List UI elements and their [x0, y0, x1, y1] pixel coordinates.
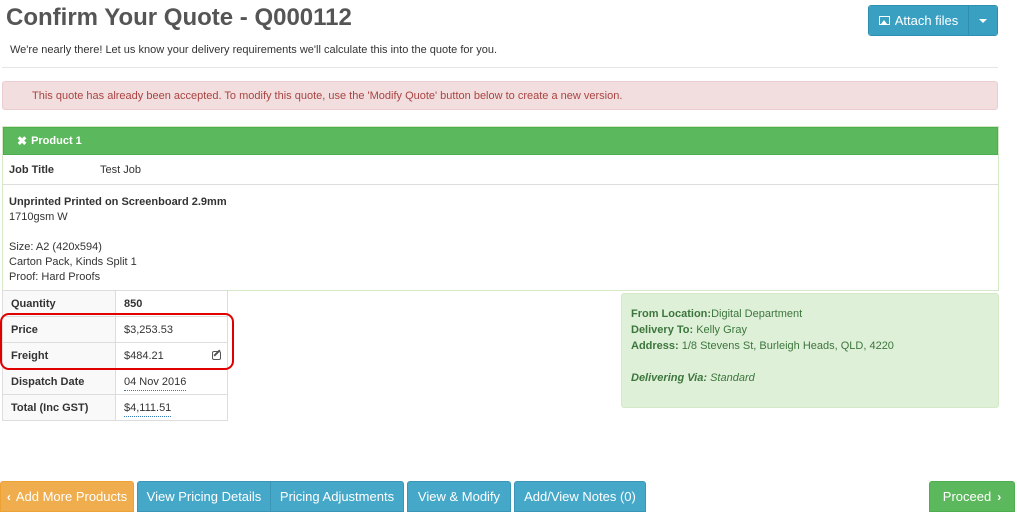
- table-row: Price $3,253.53: [2, 316, 228, 343]
- delivery-to-value: Kelly Gray: [696, 324, 747, 336]
- product-proof: Proof: Hard Proofs: [9, 271, 101, 283]
- product-heading-label: Product 1: [31, 135, 82, 147]
- product-weight: 1710gsm W: [9, 211, 68, 223]
- delivering-via-label: Delivering Via:: [631, 372, 708, 384]
- from-location-label: From Location:: [631, 308, 712, 320]
- table-row: Quantity 850: [2, 290, 228, 317]
- accepted-alert: This quote has already been accepted. To…: [2, 81, 998, 110]
- from-location-line: From Location:Digital Department: [631, 306, 989, 322]
- product-pack: Carton Pack, Kinds Split 1: [9, 256, 137, 268]
- table-row: Total (Inc GST) $4,111.51: [2, 394, 228, 421]
- caret-down-icon: [979, 18, 987, 23]
- attach-dropdown-toggle[interactable]: [968, 6, 997, 35]
- address-line: Address: 1/8 Stevens St, Burleigh Heads,…: [631, 338, 989, 354]
- quantity-value-text: 850: [124, 297, 143, 310]
- total-label: Total (Inc GST): [2, 394, 116, 421]
- view-modify-label: View & Modify: [417, 489, 501, 504]
- add-view-notes-label: Add/View Notes (0): [524, 489, 636, 504]
- chevron-left-icon: ‹: [6, 489, 11, 504]
- proceed-label: Proceed: [942, 489, 992, 504]
- chevron-right-icon: ›: [997, 489, 1002, 504]
- freight-label: Freight: [2, 342, 116, 369]
- freight-value: $484.21: [124, 349, 164, 362]
- price-value: $3,253.53: [115, 316, 228, 343]
- add-more-products-label: Add More Products: [15, 489, 128, 504]
- image-icon: [878, 16, 890, 25]
- product-description: Unprinted Printed on Screenboard 2.9mm 1…: [3, 185, 998, 295]
- quantity-label: Quantity: [2, 290, 116, 317]
- attach-files-button[interactable]: Attach files: [869, 6, 968, 35]
- dispatch-date-cell: 04 Nov 2016: [115, 368, 228, 395]
- add-view-notes-button[interactable]: Add/View Notes (0): [514, 481, 646, 512]
- table-row: Freight $484.21: [2, 342, 228, 369]
- job-title-label: Job Title: [9, 163, 55, 176]
- delivery-to-line: Delivery To: Kelly Gray: [631, 322, 989, 338]
- total-value[interactable]: $4,111.51: [124, 401, 172, 417]
- product-material: Unprinted Printed on Screenboard 2.9mm: [9, 196, 227, 208]
- address-label: Address:: [631, 340, 679, 352]
- proceed-button[interactable]: Proceed ›: [929, 481, 1015, 512]
- delivering-via-value: Standard: [710, 372, 755, 384]
- delivering-via-line: Delivering Via: Standard: [631, 370, 989, 386]
- dispatch-date-value[interactable]: 04 Nov 2016: [124, 375, 187, 391]
- view-pricing-details-button[interactable]: View Pricing Details: [137, 481, 271, 512]
- job-title-row: Job Title Test Job: [3, 155, 998, 185]
- page-title: Confirm Your Quote - Q000112: [6, 4, 352, 31]
- alert-text: This quote has already been accepted. To…: [32, 89, 623, 102]
- close-icon[interactable]: ✖: [17, 134, 27, 148]
- product-panel: ✖ Product 1 Job Title Test Job Unprinted…: [2, 126, 999, 291]
- price-label: Price: [2, 316, 116, 343]
- pricing-adjustments-button[interactable]: Pricing Adjustments: [270, 481, 404, 512]
- attach-files-group: Attach files: [868, 5, 998, 36]
- address-value: 1/8 Stevens St, Burleigh Heads, QLD, 422…: [681, 340, 894, 352]
- pricing-adjustments-label: Pricing Adjustments: [279, 489, 395, 504]
- pricing-table: Quantity 850 Price $3,253.53 Freight $48…: [2, 290, 228, 421]
- edit-icon[interactable]: [212, 351, 221, 360]
- job-title-value: Test Job: [100, 163, 141, 176]
- delivery-info-box: From Location:Digital Department Deliver…: [621, 293, 999, 408]
- view-modify-button[interactable]: View & Modify: [407, 481, 511, 512]
- product-size: Size: A2 (420x594): [9, 241, 102, 253]
- divider: [2, 67, 998, 68]
- attach-files-label: Attach files: [894, 13, 959, 28]
- from-location-value: Digital Department: [711, 308, 803, 320]
- add-more-products-button[interactable]: ‹ Add More Products: [0, 481, 134, 512]
- quantity-value: 850: [115, 290, 228, 317]
- freight-value-cell: $484.21: [115, 342, 228, 369]
- delivery-to-label: Delivery To:: [631, 324, 694, 336]
- table-row: Dispatch Date 04 Nov 2016: [2, 368, 228, 395]
- page-subtitle: We're nearly there! Let us know your del…: [10, 44, 498, 56]
- total-cell: $4,111.51: [115, 394, 228, 421]
- dispatch-date-label: Dispatch Date: [2, 368, 116, 395]
- product-panel-heading[interactable]: ✖ Product 1: [3, 127, 998, 155]
- view-pricing-details-label: View Pricing Details: [146, 489, 262, 504]
